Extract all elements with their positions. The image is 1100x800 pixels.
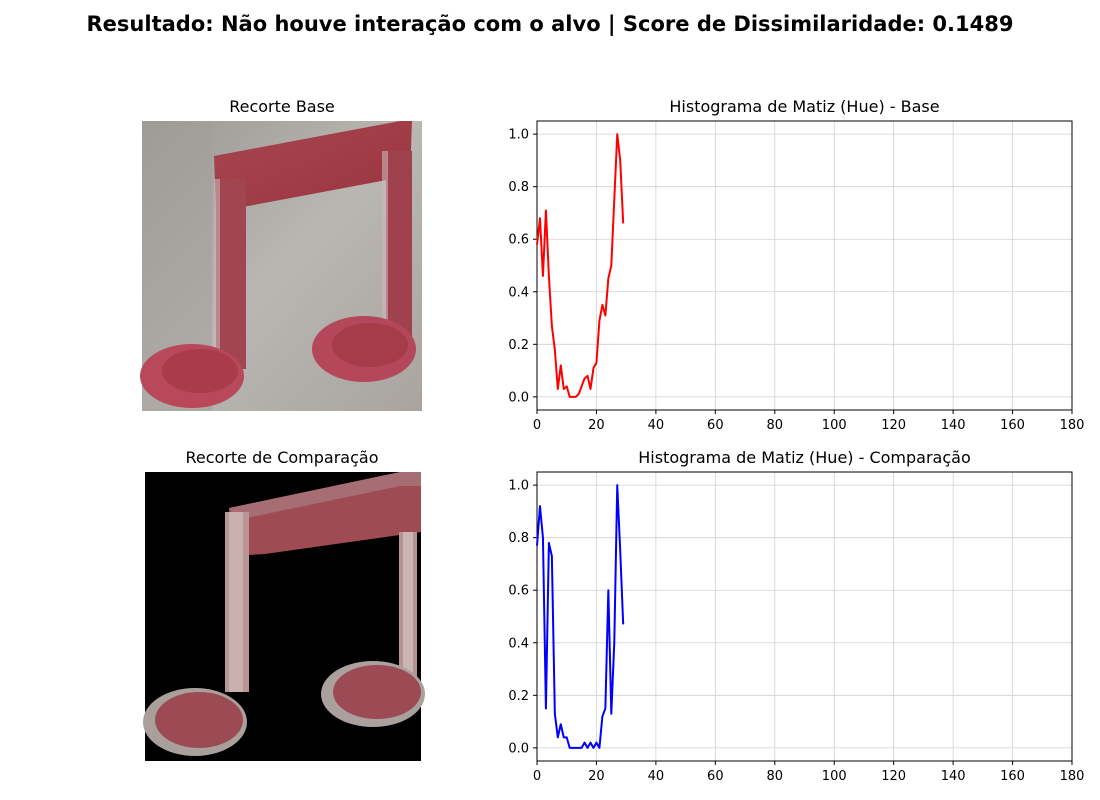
- y-tick-label: 0.6: [508, 584, 529, 599]
- x-tick-label: 60: [707, 769, 724, 784]
- y-tick-label: 0.4: [508, 636, 529, 651]
- y-tick-label: 0.8: [508, 531, 529, 546]
- y-tick-label: 0.2: [508, 689, 529, 704]
- y-tick-label: 1.0: [508, 479, 529, 494]
- x-tick-label: 40: [648, 769, 665, 784]
- x-tick-label: 120: [881, 769, 906, 784]
- y-tick-label: 0.0: [508, 741, 529, 756]
- x-tick-label: 180: [1060, 769, 1085, 784]
- chart-comparison-hue-histogram: 0 20 40 60 80 100 120 140 160 180 0.0 0.2 0.4 0.6 0.8 1…: [508, 471, 1085, 784]
- x-tick-label: 0: [533, 769, 541, 784]
- x-tick-label: 100: [822, 769, 847, 784]
- x-tick-label: 80: [767, 769, 784, 784]
- series-line: [536, 484, 625, 749]
- x-tick-label: 160: [1000, 769, 1025, 784]
- x-tick-label: 140: [941, 769, 966, 784]
- x-tick-label: 20: [588, 769, 605, 784]
